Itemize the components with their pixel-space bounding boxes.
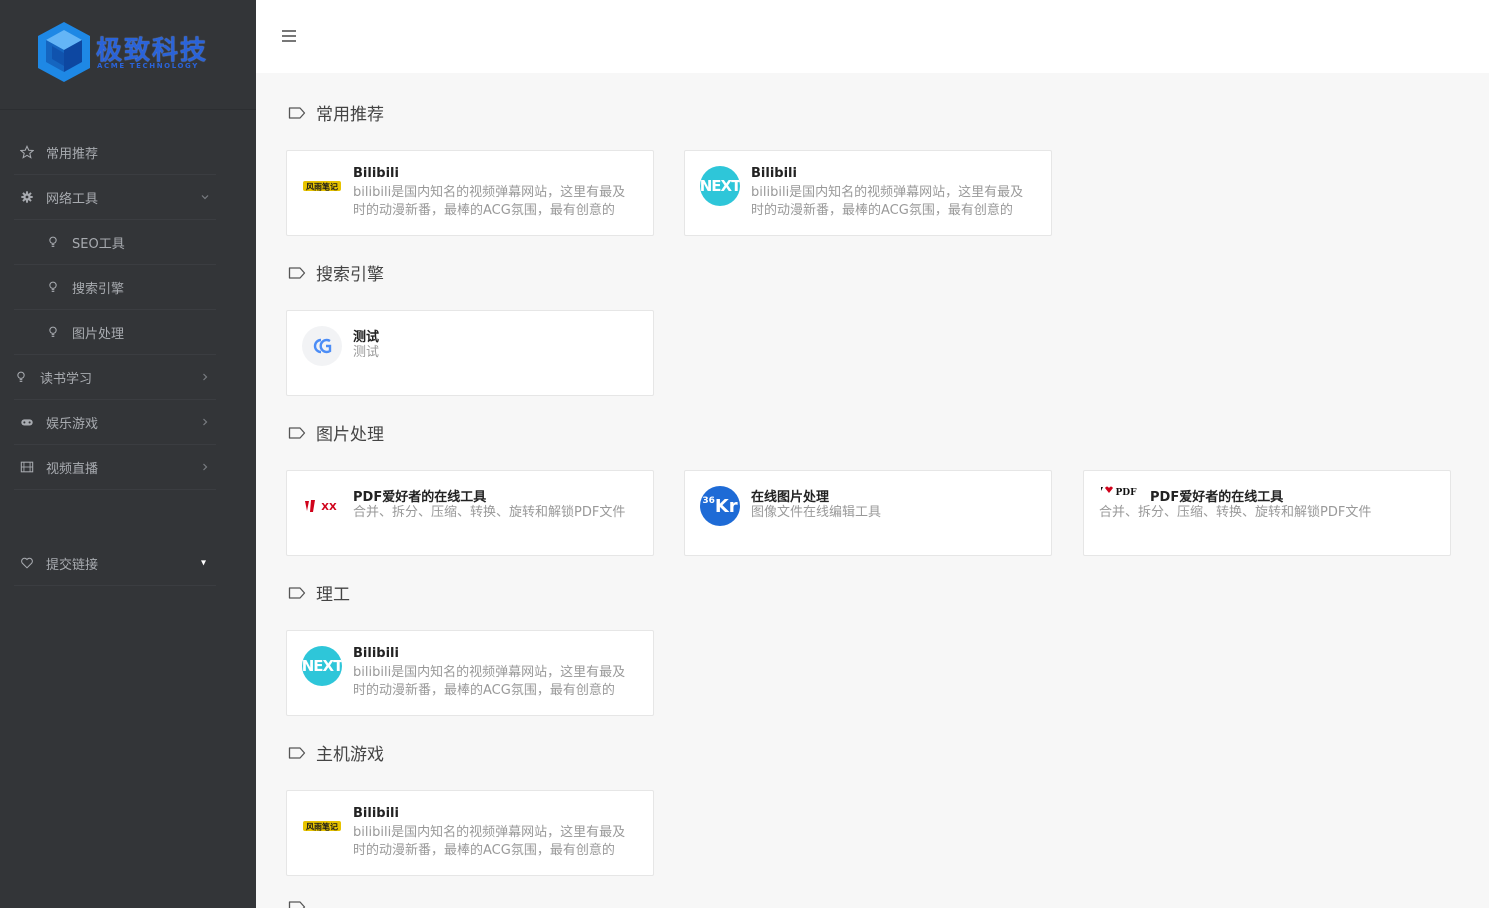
brand-tagline: ACME TECHNOLOGY [97, 62, 199, 70]
section-title-image: 图片处理 [288, 420, 384, 445]
card-description: bilibili是国内知名的视频弹幕网站，这里有最及时的动漫新番，最棒的ACG氛… [353, 825, 626, 858]
top-bar [256, 0, 1489, 73]
gear-icon [14, 190, 40, 204]
site-logo-icon: 风雨笔记 [302, 166, 342, 206]
logo-area[interactable]: 极致科技 ACME TECHNOLOGY [0, 0, 256, 110]
sidebar-item-video[interactable]: 视频直播 [14, 445, 216, 490]
sidebar-menu: 常用推荐 网络工具 SEO工具 搜索引擎 图片处理 读书学习 娱乐游戏 视频直播 [14, 130, 216, 490]
chevron-right-icon [203, 463, 208, 471]
site-card[interactable]: NEXT Bilibili bilibili是国内知名的视频弹幕网站，这里有最及… [286, 630, 654, 716]
tag-icon [288, 266, 306, 279]
menu-toggle-icon[interactable] [282, 30, 296, 42]
section-title-text: 搜索引擎 [316, 265, 384, 285]
bulb-icon [40, 280, 66, 294]
chevron-down-icon [201, 195, 209, 200]
film-icon [14, 460, 40, 474]
card-title: Bilibili [353, 166, 399, 181]
site-card[interactable]: 风雨笔记 Bilibili bilibili是国内知名的视频弹幕网站，这里有最及… [286, 150, 654, 236]
svg-text:XX: XX [321, 502, 337, 513]
sidebar-item-label: 读书学习 [40, 371, 93, 387]
card-title: 在线图片处理 [751, 490, 830, 505]
tag-icon [288, 901, 306, 908]
card-description: 合并、拆分、压缩、转换、旋转和解锁PDF文件 [353, 505, 626, 520]
card-title: 测试 [353, 330, 380, 345]
card-title: Bilibili [353, 806, 399, 821]
submit-link-label: 提交链接 [46, 557, 99, 573]
sidebar: 极致科技 ACME TECHNOLOGY 常用推荐 网络工具 SEO工具 搜索引… [0, 0, 256, 908]
cg-logo-icon [302, 326, 342, 366]
sidebar-item-label: SEO工具 [72, 236, 125, 252]
kr-text: Kr [714, 495, 738, 517]
bulb-icon [40, 235, 66, 249]
caret-down-icon: ▾ [200, 557, 206, 569]
site-card[interactable]: XX PDF爱好者的在线工具 合并、拆分、压缩、转换、旋转和解锁PDF文件 [286, 470, 654, 556]
sidebar-item-recommend[interactable]: 常用推荐 [14, 130, 216, 175]
site-card[interactable]: 36 Kr 在线图片处理 图像文件在线编辑工具 [684, 470, 1052, 556]
sidebar-item-label: 网络工具 [46, 191, 99, 207]
pdf-logo-icon: PDF [1099, 481, 1141, 501]
section-title-text: 理工 [316, 585, 350, 605]
card-description: bilibili是国内知名的视频弹幕网站，这里有最及时的动漫新番，最棒的ACG氛… [353, 665, 626, 698]
section-title-console-games: 主机游戏 [288, 740, 384, 765]
submit-link-item[interactable]: 提交链接 ▾ [14, 541, 216, 586]
yellow-logo-text: 风雨笔记 [306, 182, 338, 192]
card-description: 测试 [353, 345, 380, 360]
next-logo-icon: NEXT [700, 166, 740, 206]
section-title-science: 理工 [288, 580, 350, 605]
section-title-search: 搜索引擎 [288, 260, 384, 285]
section-title-text: 图片处理 [316, 425, 384, 445]
site-card[interactable]: PDF PDF爱好者的在线工具 合并、拆分、压缩、转换、旋转和解锁PDF文件 [1083, 470, 1451, 556]
tag-icon [288, 106, 306, 119]
sidebar-item-image-processing[interactable]: 图片处理 [14, 310, 216, 355]
card-title: PDF爱好者的在线工具 [1150, 490, 1284, 505]
sidebar-item-label: 图片处理 [72, 326, 125, 342]
main-content: 常用推荐 风雨笔记 Bilibili bilibili是国内知名的视频弹幕网站，… [256, 73, 1489, 908]
bulb-icon [40, 325, 66, 339]
sidebar-item-entertainment[interactable]: 娱乐游戏 [14, 400, 216, 445]
pdf-logo-text: PDF [1116, 488, 1138, 498]
site-card[interactable]: NEXT Bilibili bilibili是国内知名的视频弹幕网站，这里有最及… [684, 150, 1052, 236]
yellow-logo-text: 风雨笔记 [306, 822, 338, 832]
card-title: Bilibili [751, 166, 797, 181]
sidebar-item-reading[interactable]: 读书学习 [14, 355, 216, 400]
gamepad-icon [14, 415, 40, 429]
sidebar-item-label: 搜索引擎 [72, 281, 125, 297]
cube-logo-icon [38, 22, 90, 82]
sidebar-item-search-engine[interactable]: 搜索引擎 [14, 265, 216, 310]
chevron-right-icon [203, 418, 208, 426]
tag-icon [288, 426, 306, 439]
36kr-logo-icon: 36 Kr [700, 486, 740, 526]
next-logo-icon: NEXT [302, 646, 342, 686]
tag-icon [288, 746, 306, 759]
chevron-right-icon [203, 373, 208, 381]
card-description: 合并、拆分、压缩、转换、旋转和解锁PDF文件 [1099, 505, 1372, 520]
card-description: bilibili是国内知名的视频弹幕网站，这里有最及时的动漫新番，最棒的ACG氛… [751, 185, 1024, 218]
card-description: bilibili是国内知名的视频弹幕网站，这里有最及时的动漫新番，最棒的ACG氛… [353, 185, 626, 218]
star-icon [14, 145, 40, 159]
red-logo-icon: XX [302, 486, 342, 526]
section-title-partial [288, 900, 316, 908]
section-title-text: 主机游戏 [316, 745, 384, 765]
site-card[interactable]: 风雨笔记 Bilibili bilibili是国内知名的视频弹幕网站，这里有最及… [286, 790, 654, 876]
site-logo-icon: 风雨笔记 [302, 806, 342, 846]
tag-icon [288, 586, 306, 599]
sidebar-item-label: 娱乐游戏 [46, 416, 99, 432]
site-card[interactable]: 测试 测试 [286, 310, 654, 396]
bulb-icon [14, 370, 28, 384]
kr-number: 36 [702, 496, 715, 506]
section-title-recommend: 常用推荐 [288, 100, 384, 125]
sidebar-item-label: 常用推荐 [46, 146, 99, 162]
card-title: PDF爱好者的在线工具 [353, 490, 487, 505]
section-title-text: 常用推荐 [316, 105, 384, 125]
sidebar-item-seo[interactable]: SEO工具 [14, 220, 216, 265]
card-description: 图像文件在线编辑工具 [751, 505, 882, 520]
sidebar-item-label: 视频直播 [46, 461, 99, 477]
heart-icon [14, 556, 40, 570]
sidebar-item-network-tools[interactable]: 网络工具 [14, 175, 216, 220]
card-title: Bilibili [353, 646, 399, 661]
